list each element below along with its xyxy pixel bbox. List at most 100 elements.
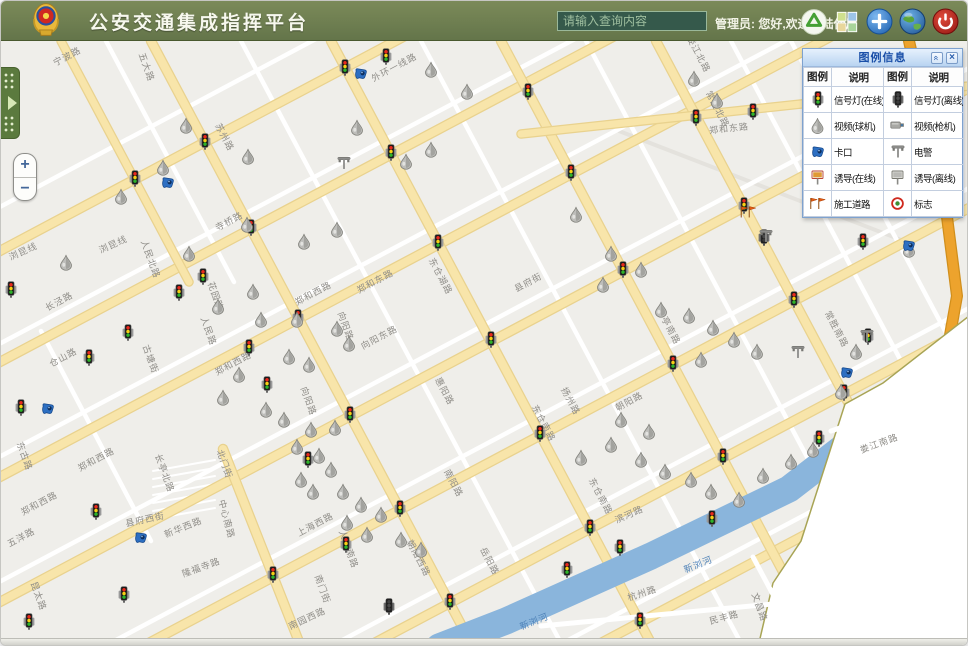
e-police-marker[interactable] [791, 345, 805, 358]
construction-road-marker[interactable] [740, 205, 757, 218]
video-dome-camera-marker[interactable] [570, 207, 583, 223]
checkpoint-camera-marker[interactable] [902, 239, 916, 253]
video-dome-camera-marker[interactable] [655, 302, 668, 318]
collapse-icon[interactable] [931, 52, 943, 64]
video-dome-camera-marker[interactable] [303, 357, 316, 373]
video-dome-camera-marker[interactable] [260, 402, 273, 418]
video-dome-camera-marker[interactable] [415, 542, 428, 558]
traffic-signal-online-marker[interactable] [261, 376, 273, 393]
video-dome-camera-marker[interactable] [425, 62, 438, 78]
traffic-signal-online-marker[interactable] [23, 613, 35, 630]
video-dome-camera-marker[interactable] [355, 497, 368, 513]
traffic-signal-online-marker[interactable] [857, 233, 869, 250]
video-dome-camera-marker[interactable] [183, 246, 196, 262]
traffic-signal-online-marker[interactable] [267, 566, 279, 583]
video-dome-camera-marker[interactable] [425, 142, 438, 158]
e-police-marker[interactable] [337, 156, 351, 169]
video-dome-camera-marker[interactable] [733, 492, 746, 508]
video-dome-camera-marker[interactable] [343, 336, 356, 352]
traffic-signal-online-marker[interactable] [122, 324, 134, 341]
traffic-signal-online-marker[interactable] [83, 349, 95, 366]
video-dome-camera-marker[interactable] [400, 154, 413, 170]
e-police-marker[interactable] [759, 229, 773, 242]
video-dome-camera-marker[interactable] [298, 234, 311, 250]
video-dome-camera-marker[interactable] [351, 120, 364, 136]
video-dome-camera-marker[interactable] [278, 412, 291, 428]
traffic-signal-online-marker[interactable] [522, 83, 534, 100]
traffic-signal-online-marker[interactable] [380, 48, 392, 65]
video-dome-camera-marker[interactable] [329, 420, 342, 436]
map-mode-globe-icon[interactable] [899, 8, 926, 35]
video-dome-camera-marker[interactable] [461, 84, 474, 100]
traffic-signal-online-marker[interactable] [561, 561, 573, 578]
checkpoint-camera-marker[interactable] [161, 176, 175, 190]
video-dome-camera-marker[interactable] [835, 384, 848, 400]
traffic-signal-online-marker[interactable] [118, 586, 130, 603]
video-dome-camera-marker[interactable] [751, 344, 764, 360]
video-dome-camera-marker[interactable] [643, 424, 656, 440]
video-dome-camera-marker[interactable] [331, 222, 344, 238]
e-police-marker[interactable] [860, 329, 874, 342]
video-dome-camera-marker[interactable] [60, 255, 73, 271]
checkpoint-camera-marker[interactable] [354, 67, 368, 81]
traffic-signal-online-marker[interactable] [173, 284, 185, 301]
video-dome-camera-marker[interactable] [217, 390, 230, 406]
zoom-in-button[interactable]: + [14, 154, 36, 177]
video-dome-camera-marker[interactable] [597, 277, 610, 293]
video-dome-camera-marker[interactable] [242, 149, 255, 165]
traffic-signal-online-marker[interactable] [344, 406, 356, 423]
traffic-signal-online-marker[interactable] [534, 425, 546, 442]
video-dome-camera-marker[interactable] [361, 527, 374, 543]
checkpoint-camera-marker[interactable] [134, 531, 148, 545]
traffic-signal-online-marker[interactable] [634, 612, 646, 629]
checkpoint-camera-marker[interactable] [41, 402, 55, 416]
traffic-signal-online-marker[interactable] [90, 503, 102, 520]
traffic-signal-online-marker[interactable] [394, 500, 406, 517]
traffic-signal-online-marker[interactable] [617, 261, 629, 278]
traffic-signal-offline-marker[interactable] [383, 598, 395, 615]
video-dome-camera-marker[interactable] [688, 71, 701, 87]
video-dome-camera-marker[interactable] [728, 332, 741, 348]
search-input[interactable] [557, 11, 707, 31]
video-dome-camera-marker[interactable] [325, 462, 338, 478]
video-dome-camera-marker[interactable] [683, 308, 696, 324]
video-dome-camera-marker[interactable] [707, 320, 720, 336]
traffic-signal-online-marker[interactable] [565, 164, 577, 181]
traffic-signal-online-marker[interactable] [340, 536, 352, 553]
video-dome-camera-marker[interactable] [605, 246, 618, 262]
traffic-signal-online-marker[interactable] [15, 399, 27, 416]
video-dome-camera-marker[interactable] [711, 93, 724, 109]
video-dome-camera-marker[interactable] [291, 439, 304, 455]
close-icon[interactable] [946, 52, 958, 64]
video-dome-camera-marker[interactable] [785, 454, 798, 470]
refresh-icon[interactable] [800, 8, 827, 35]
video-dome-camera-marker[interactable] [395, 532, 408, 548]
video-dome-camera-marker[interactable] [283, 349, 296, 365]
video-dome-camera-marker[interactable] [850, 344, 863, 360]
checkpoint-camera-marker[interactable] [840, 366, 854, 380]
video-dome-camera-marker[interactable] [605, 437, 618, 453]
traffic-signal-online-marker[interactable] [199, 133, 211, 150]
video-dome-camera-marker[interactable] [337, 484, 350, 500]
video-dome-camera-marker[interactable] [241, 217, 254, 233]
video-dome-camera-marker[interactable] [615, 412, 628, 428]
traffic-signal-online-marker[interactable] [690, 109, 702, 126]
video-dome-camera-marker[interactable] [635, 262, 648, 278]
traffic-signal-online-marker[interactable] [432, 234, 444, 251]
traffic-signal-online-marker[interactable] [5, 281, 17, 298]
video-dome-camera-marker[interactable] [705, 484, 718, 500]
traffic-signal-online-marker[interactable] [485, 331, 497, 348]
traffic-signal-online-marker[interactable] [339, 59, 351, 76]
video-dome-camera-marker[interactable] [233, 367, 246, 383]
traffic-signal-online-marker[interactable] [717, 448, 729, 465]
traffic-signal-online-marker[interactable] [197, 268, 209, 285]
map-layers-icon[interactable] [833, 8, 860, 35]
traffic-signal-online-marker[interactable] [385, 144, 397, 161]
video-dome-camera-marker[interactable] [157, 160, 170, 176]
video-dome-camera-marker[interactable] [180, 118, 193, 134]
zoom-out-button[interactable]: − [14, 177, 36, 200]
video-dome-camera-marker[interactable] [695, 352, 708, 368]
traffic-signal-online-marker[interactable] [584, 519, 596, 536]
video-dome-camera-marker[interactable] [635, 452, 648, 468]
traffic-signal-online-marker[interactable] [747, 103, 759, 120]
